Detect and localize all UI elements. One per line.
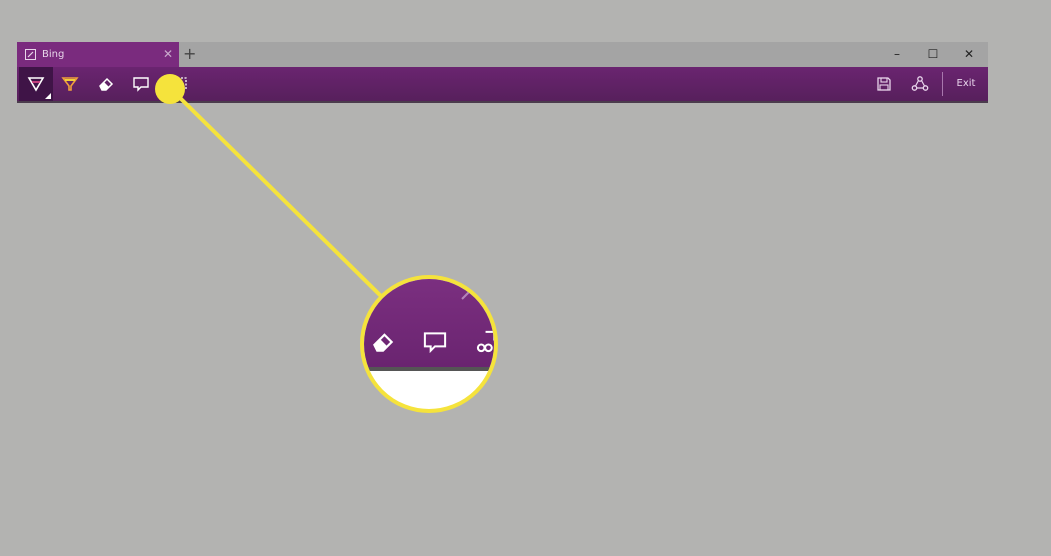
maximize-button[interactable]: ☐: [915, 42, 951, 67]
comment-icon: [132, 75, 150, 93]
highlighter-button[interactable]: [53, 67, 87, 101]
save-web-note-button[interactable]: [867, 67, 901, 101]
magnifier-circle: [360, 275, 498, 413]
magnified-clip: [474, 329, 494, 359]
toolbar-divider: [942, 72, 943, 96]
pen-icon: [27, 75, 45, 93]
magnified-toolbar-border: [364, 367, 494, 371]
dropdown-corner-icon: [45, 93, 51, 99]
clip-icon: [474, 329, 494, 359]
magnified-comment: [422, 329, 448, 359]
save-icon: [876, 76, 892, 92]
tab-bing[interactable]: Bing ✕: [17, 42, 179, 67]
magnified-eraser: [370, 329, 396, 359]
magnified-partial-icon: [461, 290, 471, 300]
eraser-icon: [370, 329, 396, 359]
tab-title: Bing: [42, 49, 65, 60]
tab-bar: Bing ✕ + – ☐ ✕: [17, 42, 988, 67]
new-tab-button[interactable]: +: [183, 43, 196, 65]
ballpoint-pen-button[interactable]: [19, 67, 53, 101]
close-window-button[interactable]: ✕: [951, 42, 987, 67]
magnified-toolbar: [364, 279, 494, 367]
minimize-button[interactable]: –: [879, 42, 915, 67]
add-note-button[interactable]: [124, 67, 158, 101]
note-icon: [25, 49, 36, 60]
share-web-note-button[interactable]: [903, 67, 937, 101]
eraser-icon: [97, 75, 115, 93]
exit-button[interactable]: Exit: [946, 67, 986, 101]
highlighter-icon: [61, 75, 79, 93]
comment-icon: [422, 329, 448, 359]
share-icon: [911, 75, 929, 93]
eraser-button[interactable]: [89, 67, 123, 101]
callout-dot: [155, 74, 185, 104]
tab-close-icon[interactable]: ✕: [163, 46, 173, 62]
